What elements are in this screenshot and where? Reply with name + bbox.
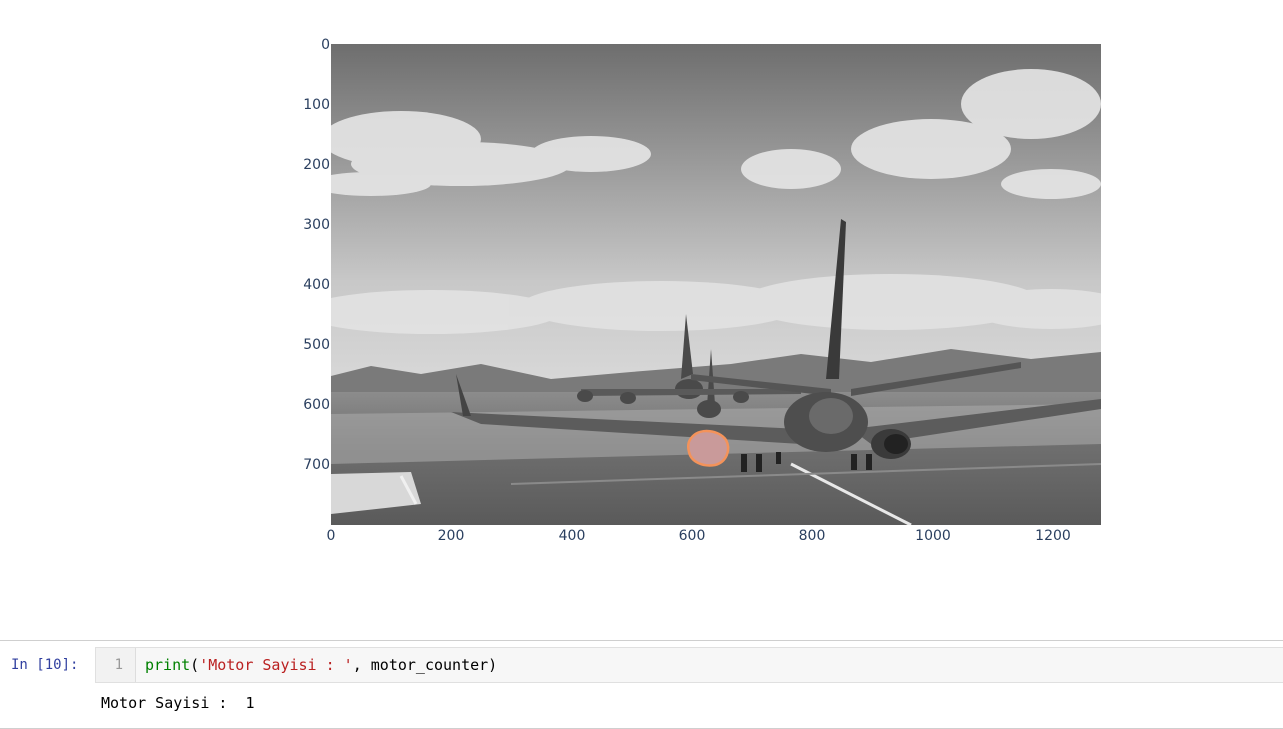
x-tick-label: 0 (326, 528, 336, 544)
image-figure: 0 100 200 300 400 500 600 700 0 200 400 … (0, 0, 1283, 560)
y-tick-label: 200 (303, 157, 330, 173)
y-tick-label: 300 (303, 217, 330, 233)
airport-photo (331, 44, 1101, 525)
cell-top-border (0, 640, 1283, 641)
y-tick-label: 600 (303, 397, 330, 413)
y-tick-label: 500 (303, 337, 330, 353)
x-tick-label: 1000 (915, 528, 951, 544)
y-tick-label: 400 (303, 277, 330, 293)
line-number: 1 (114, 657, 123, 673)
cell-output: Motor Sayisi : 1 (101, 694, 255, 712)
code-line[interactable]: print('Motor Sayisi : ', motor_counter) (145, 656, 497, 674)
line-number-gutter: 1 (96, 648, 136, 682)
x-tick-label: 800 (798, 528, 826, 544)
x-tick-label: 600 (678, 528, 706, 544)
code-token-string: 'Motor Sayisi : ' (199, 656, 353, 674)
y-tick-label: 700 (303, 457, 330, 473)
y-tick-label: 0 (321, 37, 330, 53)
x-tick-label: 200 (437, 528, 465, 544)
code-token-rest: , motor_counter) (352, 656, 498, 674)
code-token-paren: ( (190, 656, 200, 674)
x-tick-label: 1200 (1035, 528, 1071, 544)
code-input-area[interactable]: 1 print('Motor Sayisi : ', motor_counter… (95, 647, 1283, 683)
y-tick-label: 100 (303, 97, 330, 113)
code-token-builtin: print (145, 656, 191, 674)
cell-prompt: In [10]: (11, 657, 79, 673)
x-tick-label: 400 (558, 528, 586, 544)
